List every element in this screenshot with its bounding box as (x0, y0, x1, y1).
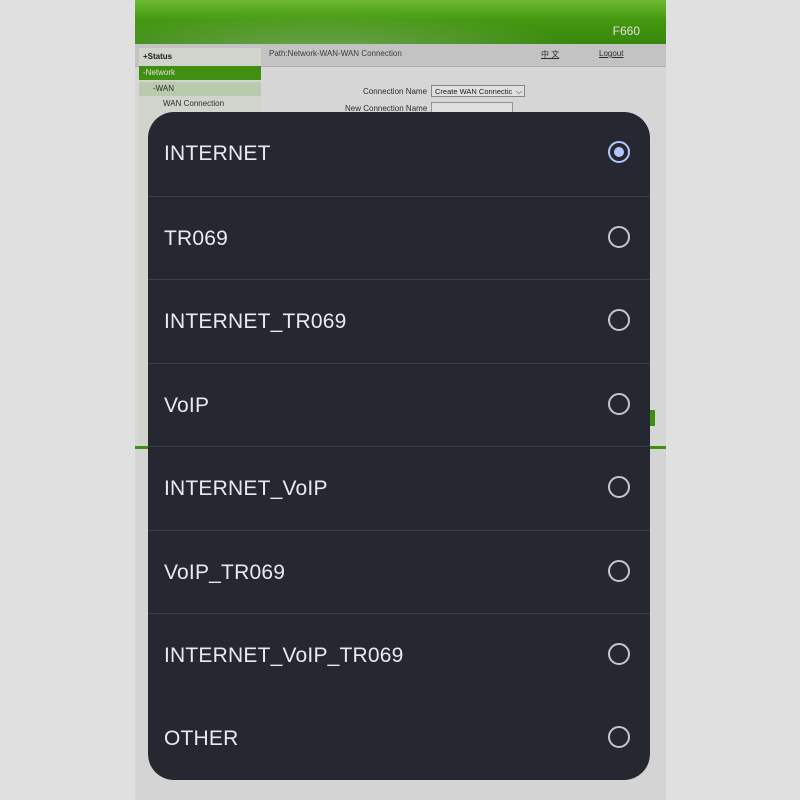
option-label: INTERNET (164, 142, 271, 165)
option-internet-voip[interactable]: INTERNET_VoIP (148, 446, 650, 530)
option-tr069[interactable]: TR069 (148, 195, 650, 280)
option-label: OTHER (164, 726, 239, 750)
option-internet[interactable]: INTERNET (148, 112, 650, 196)
option-label: TR069 (164, 226, 229, 250)
option-voip[interactable]: VoIP (148, 362, 650, 447)
radio-unchecked-icon[interactable] (608, 225, 630, 248)
radio-unchecked-icon[interactable] (608, 309, 630, 331)
connection-type-dialog: INTERNET TR069 INTERNET_TR069 VoIP INTER… (148, 112, 650, 780)
option-label: VoIP_TR069 (164, 560, 286, 584)
option-internet-voip-tr069[interactable]: INTERNET_VoIP_TR069 (148, 613, 650, 697)
option-other[interactable]: OTHER (148, 697, 650, 781)
radio-unchecked-icon[interactable] (608, 559, 630, 582)
radio-checked-icon[interactable] (608, 141, 630, 163)
option-label: INTERNET_VoIP_TR069 (164, 644, 404, 667)
option-label: INTERNET_VoIP (164, 477, 328, 500)
radio-unchecked-icon[interactable] (608, 725, 630, 748)
radio-unchecked-icon[interactable] (608, 392, 630, 415)
option-label: INTERNET_TR069 (164, 310, 347, 333)
radio-unchecked-icon[interactable] (608, 643, 630, 665)
option-voip-tr069[interactable]: VoIP_TR069 (148, 529, 650, 614)
radio-unchecked-icon[interactable] (608, 476, 630, 498)
option-internet-tr069[interactable]: INTERNET_TR069 (148, 279, 650, 363)
option-label: VoIP (164, 393, 210, 417)
